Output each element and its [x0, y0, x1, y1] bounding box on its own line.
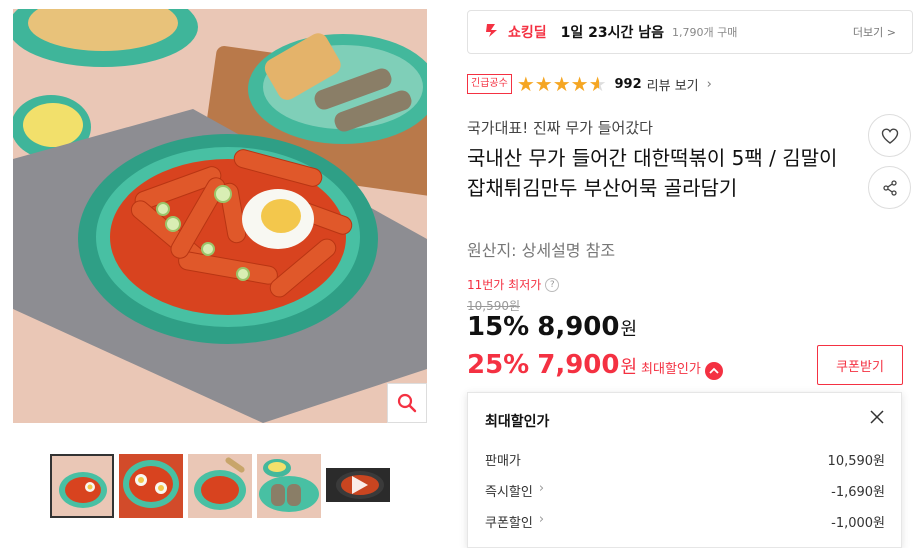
- review-count[interactable]: 992: [615, 77, 642, 92]
- sale-discount-percent: 15%: [467, 312, 530, 342]
- shocking-deal-icon: [484, 22, 502, 43]
- wishlist-button[interactable]: [868, 114, 911, 157]
- review-link[interactable]: 리뷰 보기: [647, 75, 699, 94]
- popup-row-value: 10,590원: [827, 454, 885, 469]
- thumbnail-2[interactable]: [119, 454, 183, 518]
- popup-row-label: 쿠폰할인: [485, 516, 533, 531]
- star-icon: ★: [534, 72, 553, 96]
- main-product-image[interactable]: [13, 9, 427, 423]
- chevron-up-icon[interactable]: [704, 362, 723, 380]
- max-discount-popup: 최대할인가 판매가 10,590원 즉시할인 › -1,690원 쿠폰할인 › …: [467, 392, 902, 548]
- thumbnail-image: [188, 454, 252, 518]
- thumbnail-5-video[interactable]: [326, 454, 390, 518]
- won-unit: 원: [620, 357, 638, 378]
- thumbnail-1[interactable]: [50, 454, 114, 518]
- star-icon: ★: [570, 72, 589, 96]
- popup-row-value: -1,000원: [831, 516, 885, 531]
- deal-more-link[interactable]: 더보기 >: [853, 24, 896, 40]
- question-icon[interactable]: ?: [545, 277, 560, 292]
- chevron-right-icon: ›: [538, 512, 545, 527]
- deal-purchase-count: 1,790개 구매: [672, 26, 738, 39]
- zoom-button[interactable]: [387, 383, 427, 423]
- won-unit: 원: [620, 319, 638, 340]
- thumbnail-image: [257, 454, 321, 518]
- share-button[interactable]: [868, 166, 911, 209]
- star-rating: ★ ★ ★ ★ ★: [517, 74, 607, 94]
- popup-row-instant-discount[interactable]: 즉시할인 › -1,690원: [485, 481, 885, 500]
- close-icon: [870, 410, 884, 424]
- sale-price: 15% 8,900 원: [467, 312, 637, 342]
- lowest-price-label: 11번가 최저가 ?: [467, 276, 560, 293]
- popup-row-sale-price: 판매가 10,590원: [485, 450, 885, 469]
- star-icon: ★: [516, 72, 535, 96]
- heart-icon: [881, 127, 898, 144]
- thumbnail-strip: [50, 454, 390, 518]
- thumbnail-image: [119, 454, 183, 518]
- rating-row: 긴급공수 ★ ★ ★ ★ ★ 992 리뷰 보기 ›: [467, 74, 712, 94]
- magnifier-icon: [397, 393, 417, 413]
- tteokbokki-photo: [13, 9, 427, 423]
- popup-row-label: 즉시할인: [485, 485, 533, 500]
- popup-row-label: 판매가: [485, 454, 521, 469]
- thumbnail-image: [50, 454, 114, 518]
- share-icon: [882, 179, 897, 196]
- shocking-deal-bar[interactable]: 쇼킹딜 1일 23시간 남음 1,790개 구매 더보기 >: [467, 10, 913, 54]
- coupon-button[interactable]: 쿠폰받기: [817, 345, 903, 385]
- thumbnail-4[interactable]: [257, 454, 321, 518]
- max-discount-label[interactable]: 최대할인가: [641, 358, 701, 377]
- popup-row-value: -1,690원: [831, 485, 885, 500]
- half-star-icon: ★: [588, 72, 607, 96]
- max-discount-price: 25% 7,900 원 최대할인가: [467, 350, 723, 380]
- product-subtitle: 국가대표! 진짜 무가 들어갔다: [467, 119, 653, 137]
- max-discount-amount: 7,900: [537, 350, 620, 380]
- product-title: 국내산 무가 들어간 대한떡볶이 5팩 / 김말이 잡채튀김만두 부산어묵 골라…: [467, 146, 838, 200]
- urgent-badge: 긴급공수: [467, 74, 512, 94]
- thumbnail-image: [326, 454, 390, 518]
- chevron-right-icon: ›: [538, 481, 545, 496]
- sale-price-amount: 8,900: [537, 312, 620, 342]
- popup-row-coupon-discount[interactable]: 쿠폰할인 › -1,000원: [485, 512, 885, 531]
- close-button[interactable]: [867, 407, 887, 427]
- shocking-deal-label: 쇼킹딜: [508, 25, 547, 41]
- product-origin: 원산지: 상세설명 참조: [467, 241, 616, 260]
- chevron-right-icon: ›: [706, 76, 712, 92]
- max-discount-percent: 25%: [467, 350, 530, 380]
- lowest-price-text: 11번가 최저가: [467, 278, 542, 292]
- thumbnail-3[interactable]: [188, 454, 252, 518]
- deal-time-left: 1일 23시간 남음: [560, 25, 665, 41]
- star-icon: ★: [552, 72, 571, 96]
- popup-title: 최대할인가: [485, 414, 550, 430]
